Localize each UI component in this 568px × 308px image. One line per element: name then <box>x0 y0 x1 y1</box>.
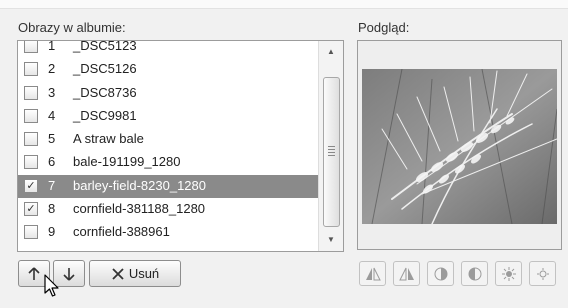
contrast-decrease-button[interactable] <box>461 261 488 286</box>
thumb-grip-line <box>328 149 335 150</box>
scroll-down-arrow-icon[interactable]: ▼ <box>319 231 343 249</box>
item-name: _DSC8736 <box>73 84 137 100</box>
item-name: _DSC5126 <box>73 61 137 77</box>
item-checkbox[interactable] <box>24 41 38 53</box>
list-item[interactable]: 2 _DSC5126 <box>18 58 318 81</box>
thumb-grip-line <box>328 152 335 153</box>
rotate-right-button[interactable] <box>393 261 420 286</box>
images-list-label: Obrazy w albumie: <box>18 20 126 35</box>
brightness-increase-icon <box>501 266 516 281</box>
item-checkbox[interactable] <box>24 62 38 77</box>
item-number: 7 <box>48 177 56 193</box>
preview-image <box>362 69 557 224</box>
item-name: cornfield-388961 <box>73 224 170 240</box>
item-checkbox[interactable] <box>24 132 38 147</box>
item-number: 6 <box>48 154 56 170</box>
item-name: barley-field-8230_1280 <box>73 177 206 193</box>
arrow-up-icon <box>28 266 40 280</box>
list-item[interactable]: ✓ 8 cornfield-381188_1280 <box>18 198 318 221</box>
contrast-increase-icon <box>434 267 447 280</box>
dialog-top-edge <box>0 0 568 9</box>
list-item[interactable]: 3 _DSC8736 <box>18 82 318 105</box>
list-item[interactable]: 4 _DSC9981 <box>18 105 318 128</box>
item-number: 4 <box>48 107 56 123</box>
remove-button[interactable]: Usuń <box>89 260 181 287</box>
rotate-left-icon <box>365 267 381 280</box>
item-name: _DSC5123 <box>73 40 137 53</box>
scrollbar-thumb[interactable] <box>323 77 340 227</box>
item-name: A straw bale <box>73 131 144 147</box>
rotate-left-button[interactable] <box>359 261 386 286</box>
brightness-increase-button[interactable] <box>495 261 522 286</box>
item-name: cornfield-381188_1280 <box>73 201 206 217</box>
preview-panel <box>357 40 562 250</box>
contrast-increase-button[interactable] <box>427 261 454 286</box>
item-number: 8 <box>48 201 56 217</box>
x-icon <box>112 267 124 280</box>
arrow-down-icon <box>63 267 75 281</box>
item-number: 3 <box>48 84 56 100</box>
list-item[interactable]: 6 bale-191199_1280 <box>18 151 318 174</box>
item-number: 1 <box>48 40 56 53</box>
thumb-grip-line <box>328 155 335 156</box>
item-checkbox[interactable] <box>24 108 38 123</box>
remove-button-label: Usuń <box>128 266 160 281</box>
brightness-decrease-icon <box>536 267 549 280</box>
preview-label: Podgląd: <box>358 20 410 35</box>
list-item[interactable]: 9 cornfield-388961 <box>18 221 318 244</box>
images-list-rows: 1 _DSC5123 2 _DSC5126 3 _DSC8736 4 _DSC9… <box>18 40 318 245</box>
contrast-decrease-icon <box>468 267 481 280</box>
item-number: 9 <box>48 224 56 240</box>
list-vertical-scrollbar[interactable]: ▲ ▼ <box>318 41 343 251</box>
thumb-grip-line <box>328 146 335 147</box>
item-checkbox[interactable] <box>24 155 38 170</box>
item-name: bale-191199_1280 <box>73 154 181 170</box>
item-checkbox[interactable]: ✓ <box>24 202 38 217</box>
list-item[interactable]: 5 A straw bale <box>18 128 318 151</box>
rotate-right-icon <box>398 267 414 280</box>
scroll-up-arrow-icon[interactable]: ▲ <box>319 43 343 61</box>
item-checkbox[interactable]: ✓ <box>24 178 38 193</box>
brightness-decrease-button[interactable] <box>529 261 556 286</box>
list-item[interactable]: ✓ 7 barley-field-8230_1280 <box>18 174 318 199</box>
item-name: _DSC9981 <box>73 107 137 123</box>
item-number: 5 <box>48 131 56 147</box>
images-listbox[interactable]: 1 _DSC5123 2 _DSC5126 3 _DSC8736 4 _DSC9… <box>17 40 344 252</box>
list-item[interactable]: 1 _DSC5123 <box>18 40 318 58</box>
mouse-cursor-icon <box>44 274 59 297</box>
item-number: 2 <box>48 61 56 77</box>
item-checkbox[interactable] <box>24 85 38 100</box>
item-checkbox[interactable] <box>24 225 38 240</box>
